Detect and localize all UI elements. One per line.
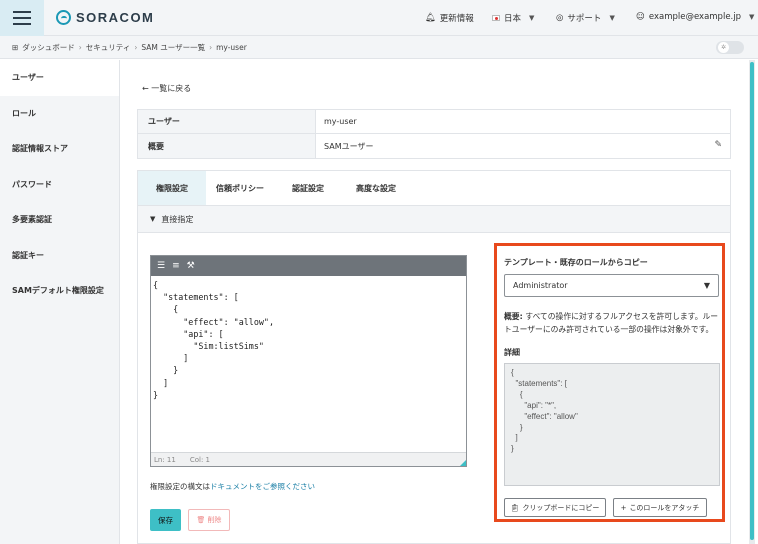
trash-icon: 🗑︎ — [196, 516, 206, 524]
cursor-column: Col: 1 — [189, 455, 210, 464]
role-template-select[interactable]: Administrator ▼ — [504, 274, 719, 297]
role-summary: 概要: すべての操作に対するフルアクセスを許可します。ルートユーザーにのみ許可さ… — [504, 312, 719, 334]
clipboard-icon: 📋︎ — [510, 503, 520, 512]
format-icon[interactable]: ☰ — [157, 261, 165, 271]
tab-bar: 権限設定 信頼ポリシー 認証設定 高度な設定 — [138, 171, 730, 206]
save-button[interactable]: 保存 — [150, 509, 181, 531]
permissions-panel: 権限設定 信頼ポリシー 認証設定 高度な設定 ▼ 直接指定 ☰ ≡ ⚒ { "s… — [137, 170, 731, 544]
back-link[interactable]: ← 一覧に戻る — [142, 83, 191, 94]
user-icon: ☺ — [636, 12, 645, 22]
bell-icon: 🔔︎ — [425, 13, 436, 23]
wrench-icon[interactable]: ⚒ — [187, 261, 195, 271]
doc-note: 権限設定の構文はドキュメントをご参照ください — [150, 482, 315, 491]
arrow-left-icon: ← — [142, 84, 152, 93]
permission-editor[interactable]: ☰ ≡ ⚒ { "statements": [ { "effect": "all… — [150, 255, 467, 467]
flag-icon — [492, 15, 500, 21]
attach-role-button[interactable]: + このロールをアタッチ — [613, 498, 707, 517]
sidebar-item-roles[interactable]: ロール — [0, 96, 119, 132]
copy-from-template-panel: テンプレート・既存のロールからコピー Administrator ▼ 概要: す… — [494, 243, 725, 522]
info-label: 概要 — [138, 134, 316, 158]
pencil-icon[interactable]: ✎ — [714, 140, 722, 150]
caret-down-icon: ▼ — [749, 13, 755, 21]
info-value: my-user — [324, 117, 357, 126]
brand-logo[interactable]: SORACOM — [56, 10, 154, 25]
copy-panel-title: テンプレート・既存のロールからコピー — [504, 258, 648, 267]
support-menu[interactable]: ◎ サポート ▼ — [556, 12, 615, 24]
documentation-link[interactable]: ドキュメントをご参照ください — [210, 482, 315, 491]
tab-advanced-settings[interactable]: 高度な設定 — [342, 171, 410, 205]
info-row-user: ユーザー my-user — [138, 110, 730, 134]
user-info-table: ユーザー my-user 概要 SAMユーザー ✎ — [137, 109, 731, 159]
scrollbar[interactable] — [749, 60, 755, 544]
caret-down-icon: ▼ — [529, 14, 535, 22]
sidebar-item-credentials-store[interactable]: 認証情報ストア — [0, 131, 119, 167]
cursor-line: Ln: 11 — [154, 455, 176, 464]
plus-icon: + — [620, 503, 627, 512]
dashboard-icon: ⊞ — [12, 42, 19, 52]
detail-label: 詳細 — [504, 348, 520, 357]
compact-icon[interactable]: ≡ — [172, 261, 180, 271]
sidebar-item-auth-keys[interactable]: 認証キー — [0, 238, 119, 274]
breadcrumb-dashboard[interactable]: ダッシュボード — [22, 42, 75, 53]
breadcrumb-separator: › — [78, 42, 82, 52]
scrollbar-thumb[interactable] — [750, 62, 754, 540]
account-menu[interactable]: ☺ example@example.jp ▼ — [636, 12, 754, 22]
sidebar-item-mfa[interactable]: 多要素認証 — [0, 202, 119, 238]
brand-name: SORACOM — [76, 10, 155, 25]
delete-button[interactable]: 🗑︎ 削除 — [188, 509, 230, 531]
tab-trust-policy[interactable]: 信頼ポリシー — [206, 171, 274, 205]
sidebar-item-users[interactable]: ユーザー — [0, 60, 119, 96]
main-content: ← 一覧に戻る ユーザー my-user 概要 SAMユーザー ✎ 権限設定 信… — [121, 60, 748, 544]
caret-down-icon: ▼ — [609, 14, 615, 22]
breadcrumb: ⊞ ダッシュボード › セキュリティ › SAM ユーザー一覧 › my-use… — [0, 36, 758, 59]
caret-down-icon: ▼ — [703, 281, 710, 290]
direct-spec-toggle[interactable]: ▼ 直接指定 — [138, 206, 730, 233]
breadcrumb-sam-users[interactable]: SAM ユーザー一覧 — [141, 42, 205, 53]
info-label: ユーザー — [138, 110, 316, 133]
triangle-down-icon: ▼ — [150, 215, 156, 223]
breadcrumb-current: my-user — [216, 42, 247, 52]
theme-toggle[interactable]: ✲ — [716, 41, 744, 54]
editor-code[interactable]: { "statements": [ { "effect": "allow", "… — [151, 276, 466, 452]
menu-icon[interactable] — [0, 0, 44, 36]
logo-icon — [56, 10, 71, 25]
sun-icon: ✲ — [718, 42, 729, 53]
globe-icon: ◎ — [556, 13, 564, 23]
info-value: SAMユーザー — [324, 141, 374, 151]
sidebar-item-password[interactable]: パスワード — [0, 167, 119, 203]
tab-auth-settings[interactable]: 認証設定 — [274, 171, 342, 205]
tab-permissions[interactable]: 権限設定 — [138, 171, 206, 205]
info-row-description: 概要 SAMユーザー ✎ — [138, 134, 730, 158]
editor-toolbar: ☰ ≡ ⚒ — [151, 256, 466, 276]
editor-status-bar: Ln: 11 Col: 1 — [151, 452, 466, 466]
top-header: SORACOM 🔔︎ 更新情報 日本 ▼ ◎ サポート ▼ ☺ example@… — [0, 0, 758, 36]
sidebar-item-sam-default-permissions[interactable]: SAMデフォルト権限設定 — [0, 273, 119, 309]
breadcrumb-separator: › — [209, 42, 213, 52]
breadcrumb-separator: › — [134, 42, 138, 52]
sidebar: ユーザー ロール 認証情報ストア パスワード 多要素認証 認証キー SAMデフォ… — [0, 60, 120, 544]
role-detail-code: { "statements": [ { "api": "*", "effect"… — [504, 363, 720, 486]
resize-handle[interactable] — [460, 460, 466, 466]
updates-link[interactable]: 🔔︎ 更新情報 — [425, 12, 474, 24]
language-select[interactable]: 日本 ▼ — [492, 12, 534, 24]
breadcrumb-security[interactable]: セキュリティ — [86, 42, 131, 53]
copy-clipboard-button[interactable]: 📋︎ クリップボードにコピー — [504, 498, 606, 517]
